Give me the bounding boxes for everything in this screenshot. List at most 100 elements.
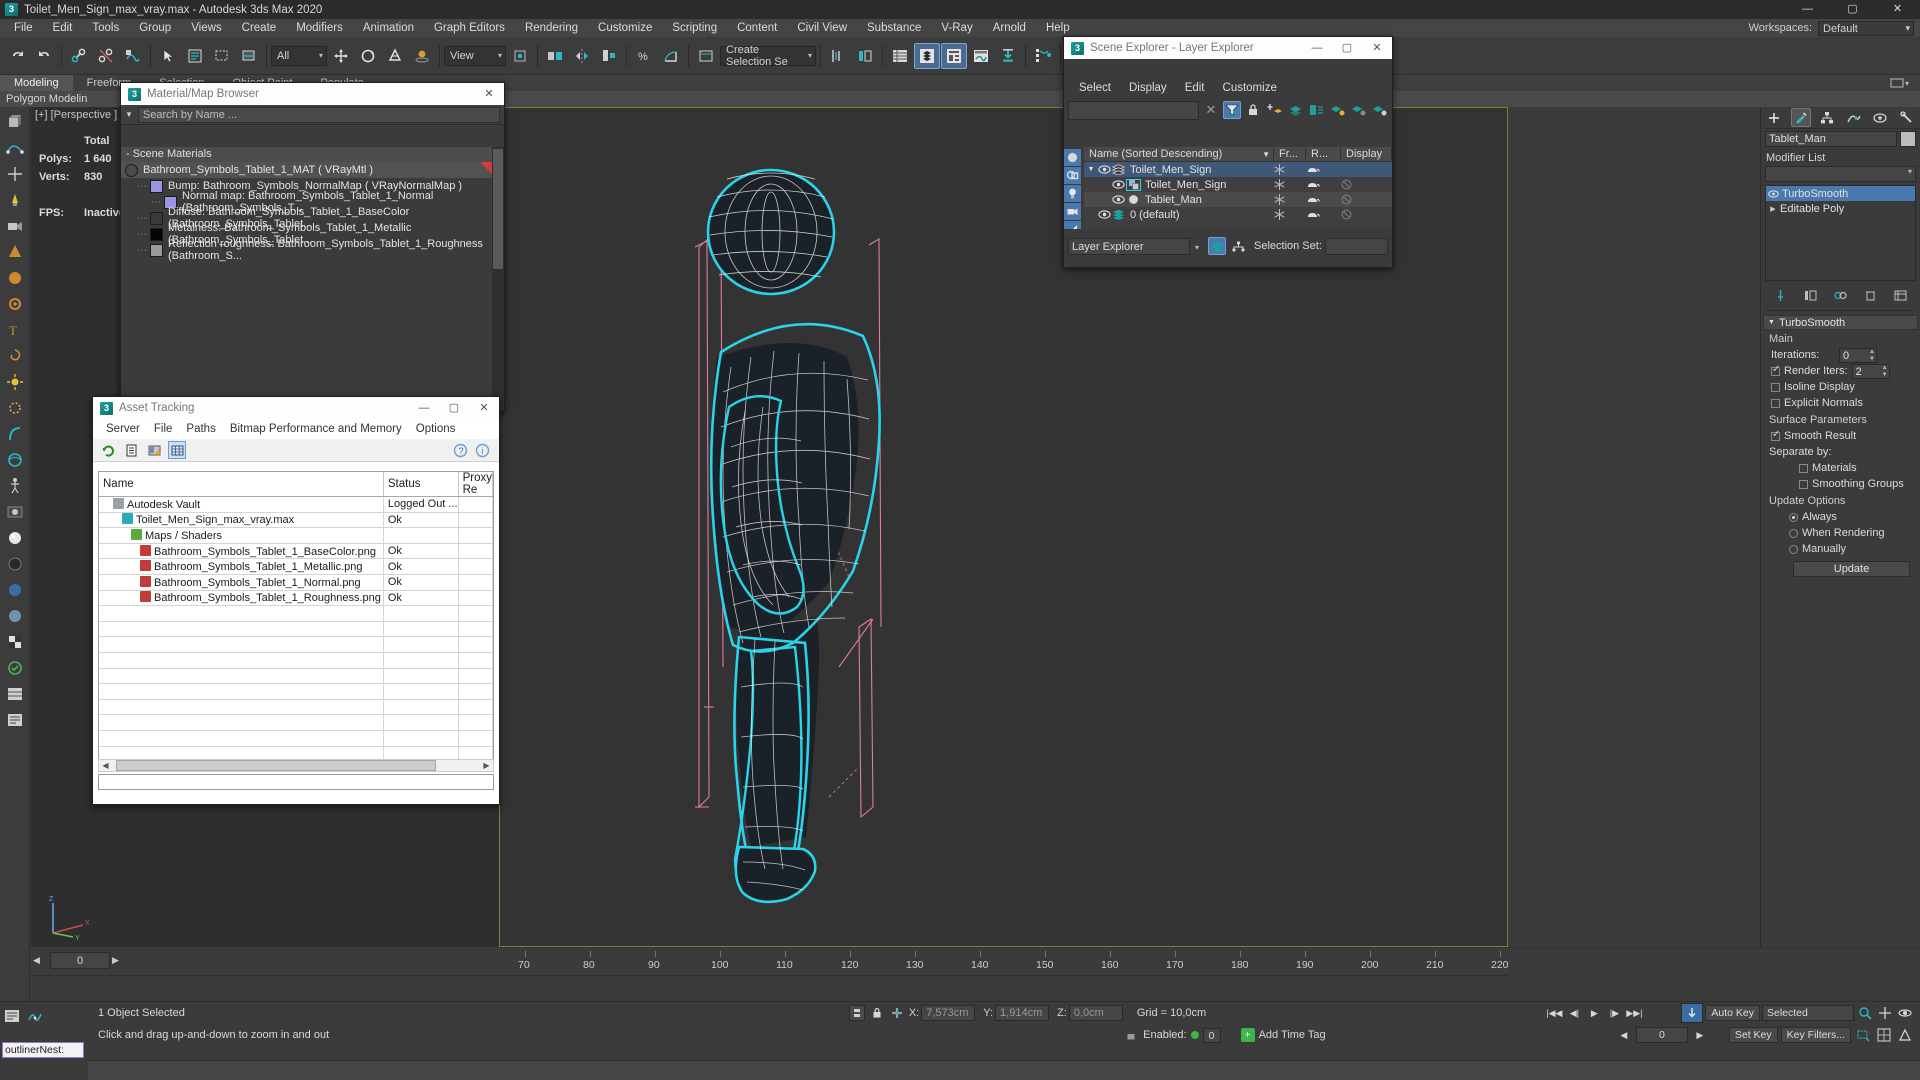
stack-item-editable-poly[interactable]: ▶ Editable Poly (1766, 201, 1915, 216)
coord-y-field[interactable]: 1,914cm (995, 1005, 1050, 1021)
remove-modifier-icon[interactable] (1863, 287, 1879, 303)
matbrowser-search-input[interactable]: Search by Name ... (137, 106, 500, 123)
materials-checkbox[interactable] (1799, 463, 1808, 473)
path-editor-icon[interactable] (145, 441, 163, 459)
turbosmooth-rollout-header[interactable]: ▼ TurboSmooth (1763, 315, 1918, 330)
named-selection-icon[interactable] (693, 43, 719, 69)
goto-end-icon[interactable]: ▶▶| (1625, 1004, 1643, 1022)
polygon-modeling-label[interactable]: Polygon Modelin (0, 93, 93, 105)
smooth-result-checkbox[interactable] (1771, 429, 1780, 441)
menu-item-vray[interactable]: V-Ray (931, 19, 982, 37)
ribbon-tab-modeling[interactable]: Modeling (0, 75, 73, 91)
bind-space-warp-icon[interactable] (120, 43, 146, 69)
close-button[interactable]: ✕ (1875, 0, 1920, 19)
key-filters-lock-icon[interactable] (1123, 1027, 1139, 1043)
modifier-sphere-icon[interactable] (3, 448, 27, 472)
max-script-listener-icon[interactable] (2, 1006, 22, 1026)
selection-filter-dropdown[interactable]: All (271, 45, 327, 66)
update-button[interactable]: Update (1793, 561, 1910, 577)
update-when-rendering-radio[interactable] (1789, 528, 1798, 538)
motion-tab[interactable] (1844, 108, 1864, 127)
modifier-stack[interactable]: TurboSmooth ▶ Editable Poly (1765, 185, 1916, 281)
layer-mode-icon[interactable] (1208, 237, 1226, 255)
workspaces-dropdown[interactable]: Default (1818, 20, 1914, 36)
display-as-box-toggle-icon[interactable] (1341, 194, 1392, 205)
use-pivot-center-icon[interactable] (507, 43, 533, 69)
snowflake-icon[interactable] (1274, 209, 1306, 220)
curve-editor-icon[interactable] (968, 43, 994, 69)
hierarchy-mode-icon[interactable] (1229, 237, 1247, 255)
add-layer-icon[interactable] (1265, 101, 1283, 119)
explorer-mode-dropdown[interactable]: Layer Explorer (1068, 237, 1199, 256)
eye-icon[interactable] (1768, 189, 1780, 198)
explicit-normals-checkbox[interactable] (1771, 398, 1780, 408)
scene-row-default-layer[interactable]: 0 (default) (1084, 207, 1392, 222)
assettracking-menu-file[interactable]: File (147, 423, 180, 435)
table-row-empty[interactable] (99, 683, 493, 700)
teapot-icon[interactable] (1306, 210, 1341, 219)
sceneexplorer-menu-display[interactable]: Display (1120, 82, 1176, 94)
maximize-button[interactable]: ▢ (1830, 0, 1875, 19)
material-map-browser-window[interactable]: 3 Material/Map Browser ✕ ▼ Search by Nam… (120, 82, 505, 412)
table-row-empty[interactable] (99, 605, 493, 622)
matbrowser-close-button[interactable]: ✕ (474, 83, 504, 105)
info-icon[interactable]: i (473, 441, 491, 459)
grid-view-icon[interactable] (168, 441, 186, 459)
menu-item-scripting[interactable]: Scripting (662, 19, 727, 37)
render-icon[interactable] (3, 500, 27, 524)
selection-set-input[interactable] (1324, 237, 1388, 255)
teapot-icon[interactable] (1306, 165, 1341, 174)
assettracking-table[interactable]: Name Status Proxy Re Autodesk Vault Logg… (98, 471, 494, 768)
sceneexplorer-col-box[interactable]: Display as Box (1341, 147, 1392, 162)
select-scale-icon[interactable] (382, 43, 408, 69)
snowflake-icon[interactable] (1274, 194, 1306, 205)
time-slider-left-arrow-icon[interactable]: ◀ (31, 955, 42, 966)
hierarchy-tab[interactable] (1817, 108, 1837, 127)
assettracking-menu-paths[interactable]: Paths (179, 423, 222, 435)
current-frame-field[interactable]: 0 (1635, 1027, 1688, 1043)
menu-item-tools[interactable]: Tools (82, 19, 129, 37)
layer-explorer-icon[interactable] (914, 42, 940, 69)
minimize-button[interactable]: — (1785, 0, 1830, 19)
object-name-field[interactable]: Tablet_Man (1765, 131, 1897, 147)
table-row[interactable]: Bathroom_Symbols_Tablet_1_BaseColor.png … (99, 543, 493, 560)
manage-layers-list-icon[interactable] (887, 43, 913, 69)
create-gear-icon[interactable] (3, 292, 27, 316)
add-time-tag-label[interactable]: Add Time Tag (1259, 1029, 1326, 1041)
material-blue-sphere-icon[interactable] (3, 578, 27, 602)
utilities-tab[interactable] (1897, 108, 1917, 127)
sceneexplorer-col-frozen[interactable]: Fr... (1274, 147, 1306, 162)
window-crossing-icon[interactable] (236, 43, 262, 69)
modifier-bend-icon[interactable] (3, 422, 27, 446)
scene-row-toilet-men-sign-layer[interactable]: ▼ Toilet_Men_Sign (1084, 162, 1392, 177)
filter-geometry-icon[interactable] (1064, 149, 1081, 166)
ribbon-overflow-icon[interactable]: ▾ (1890, 77, 1920, 89)
track-bar[interactable] (31, 975, 1508, 1001)
create-helpers-icon[interactable] (3, 162, 27, 186)
sceneexplorer-col-name[interactable]: Name (Sorted Descending) (1089, 147, 1222, 162)
isoline-display-checkbox[interactable] (1771, 382, 1780, 392)
table-row[interactable]: Toilet_Men_Sign_max_vray.max Ok (99, 512, 493, 529)
assettracking-col-proxy[interactable]: Proxy Re (458, 472, 493, 497)
eye-icon[interactable] (1098, 210, 1112, 219)
time-slider-right-arrow-icon[interactable]: ▶ (110, 955, 121, 966)
sceneexplorer-search-input[interactable] (1068, 100, 1199, 120)
material-row[interactable]: ⋯ Reflection roughness: Bathroom_Symbols… (121, 238, 492, 262)
menu-item-substance[interactable]: Substance (857, 19, 931, 37)
sort-descending-icon[interactable]: ▼ (1262, 147, 1270, 162)
refresh-icon[interactable] (99, 441, 117, 459)
assettracking-menu-options[interactable]: Options (409, 423, 463, 435)
assettracking-menu-bitmap[interactable]: Bitmap Performance and Memory (223, 423, 409, 435)
align-grid-icon[interactable] (852, 43, 878, 69)
render-iters-spinner[interactable]: 2 ▲ ▼ (1851, 363, 1890, 379)
maximize-viewport-icon[interactable] (1875, 1026, 1893, 1044)
percent-snap-icon[interactable]: % (631, 43, 657, 69)
prev-key-icon[interactable]: ◀ (1615, 1026, 1633, 1044)
menu-item-edit[interactable]: Edit (43, 19, 83, 37)
create-cameras-icon[interactable] (3, 214, 27, 238)
table-row[interactable]: Bathroom_Symbols_Tablet_1_Normal.png Ok (99, 574, 493, 591)
list-view-icon[interactable] (122, 441, 140, 459)
next-frame-icon[interactable]: |▶ (1605, 1004, 1623, 1022)
field-of-view-icon[interactable] (1896, 1026, 1914, 1044)
assettracking-maximize-button[interactable]: ▢ (439, 397, 469, 419)
